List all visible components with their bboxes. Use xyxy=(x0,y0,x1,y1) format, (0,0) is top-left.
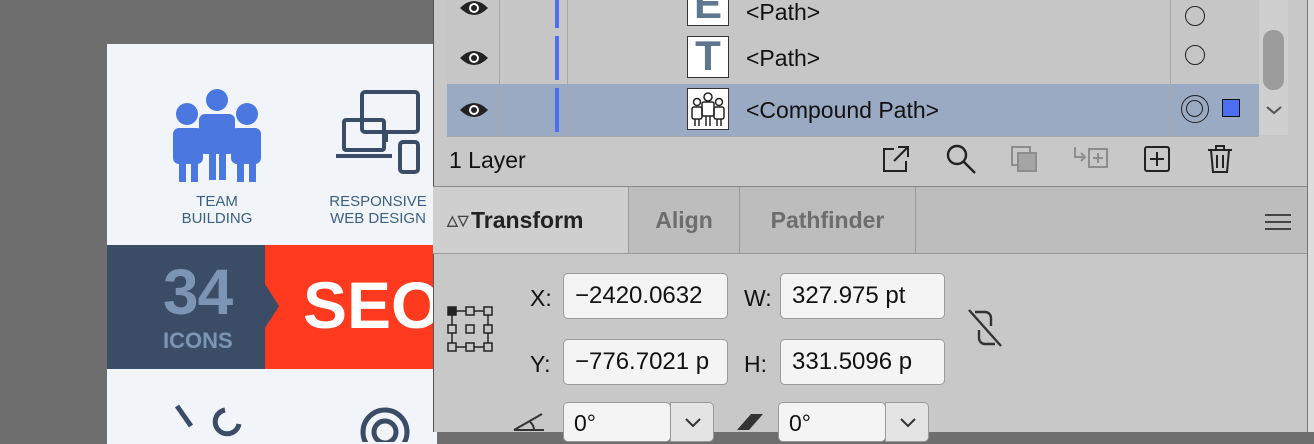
column-separator xyxy=(499,84,500,136)
team-thumbnail-icon xyxy=(691,92,725,126)
team-building-icon xyxy=(173,89,261,182)
caption-line: WEB DESIGN xyxy=(330,210,426,227)
column-separator xyxy=(499,0,500,32)
chevron-down-icon xyxy=(685,418,701,428)
layer-name[interactable]: <Path> xyxy=(746,44,820,72)
scroll-thumb[interactable] xyxy=(1263,30,1284,90)
layer-row-path-t[interactable]: T <Path> xyxy=(447,32,1259,85)
responsive-web-design-caption: RESPONSIVE WEB DESIGN xyxy=(317,193,437,227)
target-circle-icon[interactable] xyxy=(1185,45,1205,65)
layer-color-bar xyxy=(555,0,559,28)
panel-menu-icon[interactable] xyxy=(1265,213,1291,231)
caption-line: BUILDING xyxy=(181,210,253,227)
reference-point-icon[interactable] xyxy=(446,305,494,353)
chevron-down-icon xyxy=(900,418,916,428)
layer-color-bar xyxy=(555,36,559,80)
selection-indicator[interactable] xyxy=(1222,99,1240,117)
layer-row-compound-path[interactable]: <Compound Path> xyxy=(447,84,1259,137)
thumbnail-letter: T xyxy=(695,32,721,79)
caption-line: RESPONSIVE xyxy=(329,193,427,210)
trash-icon[interactable] xyxy=(1204,143,1236,175)
search-icon[interactable] xyxy=(945,143,977,175)
layer-name[interactable]: <Compound Path> xyxy=(746,96,939,124)
shear-field[interactable]: 0° xyxy=(778,402,886,442)
layer-row-path-e[interactable]: E <Path> xyxy=(447,0,1259,33)
export-icon[interactable] xyxy=(880,143,912,175)
banner-number: 34 xyxy=(163,256,233,328)
collapse-arrows-icon[interactable]: △▽ xyxy=(447,187,469,253)
constrain-proportions-icon[interactable] xyxy=(965,306,1005,350)
banner-icons-word: ICONS xyxy=(163,328,233,353)
rotate-icon xyxy=(513,413,544,431)
team-building-caption: TEAM BUILDING xyxy=(157,193,277,227)
layer-thumbnail xyxy=(687,88,729,130)
target-active-icon[interactable] xyxy=(1181,95,1209,123)
column-separator xyxy=(1170,0,1171,32)
y-field[interactable]: −776.7021 p xyxy=(563,339,728,385)
layer-name[interactable]: <Path> xyxy=(746,0,820,26)
new-layer-icon[interactable] xyxy=(1141,143,1173,175)
thumbnail-letter: E xyxy=(693,0,722,27)
visibility-eye-icon[interactable] xyxy=(459,0,489,18)
chevron-down-icon[interactable] xyxy=(1265,104,1283,116)
tools-icon xyxy=(174,404,410,442)
layers-scrollbar[interactable] xyxy=(1259,0,1288,135)
target-circle-icon[interactable] xyxy=(1185,6,1205,26)
column-separator xyxy=(1170,84,1171,136)
banner-arrow xyxy=(265,284,279,328)
move-to-layer-icon xyxy=(1074,147,1108,168)
shear-icon xyxy=(737,414,763,430)
w-label: W: xyxy=(744,285,772,311)
clipping-mask-icon xyxy=(1011,146,1037,172)
column-separator xyxy=(567,0,568,32)
responsive-web-design-icon xyxy=(336,90,420,174)
visibility-eye-icon[interactable] xyxy=(459,48,489,68)
artboard[interactable]: TEAM BUILDING RESPONSIVE WEB DESIGN 34 I… xyxy=(107,44,437,444)
layer-thumbnail: T xyxy=(687,32,729,79)
rotate-field[interactable]: 0° xyxy=(563,402,671,442)
layer-color-bar xyxy=(555,88,559,132)
column-separator xyxy=(567,84,568,136)
h-label: H: xyxy=(744,351,767,377)
panel-tabs: △▽ Transform Align Pathfinder xyxy=(433,186,1307,254)
layer-count: 1 Layer xyxy=(449,147,526,173)
y-label: Y: xyxy=(530,351,551,377)
banner-seo-text: SEO xyxy=(303,268,437,342)
column-separator xyxy=(499,32,500,84)
tab-transform[interactable]: △▽ Transform xyxy=(433,187,629,253)
shear-dropdown[interactable] xyxy=(885,402,929,442)
tab-pathfinder[interactable]: Pathfinder xyxy=(740,187,916,253)
layer-thumbnail: E xyxy=(687,0,729,26)
height-field[interactable]: 331.5096 p xyxy=(780,339,945,385)
rotate-dropdown[interactable] xyxy=(670,402,714,442)
caption-line: TEAM xyxy=(196,193,238,210)
tab-align[interactable]: Align xyxy=(629,187,740,253)
column-separator xyxy=(1170,32,1171,84)
layers-footer: 1 Layer xyxy=(447,135,1287,185)
column-separator xyxy=(567,32,568,84)
x-label: X: xyxy=(530,285,552,311)
right-dock-strip xyxy=(1307,0,1314,432)
width-field[interactable]: 327.975 pt xyxy=(780,273,945,319)
visibility-eye-icon[interactable] xyxy=(459,100,489,120)
tab-label: Transform xyxy=(471,207,584,233)
x-field[interactable]: −2420.0632 xyxy=(563,273,728,319)
